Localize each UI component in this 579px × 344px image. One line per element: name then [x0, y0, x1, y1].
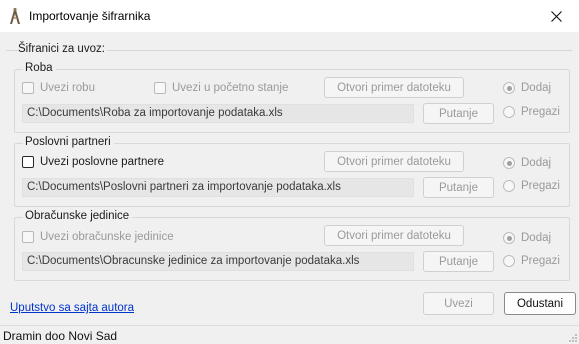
radio-add-partners[interactable]: Dodaj [503, 157, 551, 169]
path-button-partners[interactable]: Putanje [423, 177, 494, 198]
import-units-label: Uvezi obračunske jedinice [40, 231, 174, 243]
title-bar: Importovanje šifrarnika [0, 0, 579, 32]
close-icon [550, 10, 562, 22]
radio-circle[interactable] [503, 180, 515, 192]
path-button-roba[interactable]: Putanje [423, 103, 494, 124]
import-section-legend: Šifranici za uvoz: [18, 43, 107, 55]
radio-circle[interactable] [503, 232, 515, 244]
help-link[interactable]: Uputstvo sa sajta autora [10, 302, 134, 314]
group-roba-legend: Roba [23, 62, 56, 74]
import-partners-checkbox[interactable]: Uvezi poslovne partnere [22, 156, 164, 168]
close-button[interactable] [533, 0, 579, 32]
open-sample-file-button-partners[interactable]: Otvori primer datoteku [324, 151, 464, 172]
radio-overwrite-label: Pregazi [521, 180, 560, 192]
radio-overwrite-label: Pregazi [521, 106, 560, 118]
import-units-checkbox[interactable]: Uvezi obračunske jedinice [22, 231, 174, 243]
radio-overwrite-label: Pregazi [521, 255, 560, 267]
radio-overwrite-units[interactable]: Pregazi [503, 255, 560, 267]
app-logo-icon [10, 7, 20, 24]
radio-circle[interactable] [503, 255, 515, 267]
path-field-partners[interactable]: C:\Documents\Poslovni partneri za import… [22, 178, 414, 197]
cancel-button[interactable]: Odustani [504, 292, 576, 315]
checkbox-box[interactable] [22, 156, 34, 168]
resize-grip-icon[interactable] [568, 333, 578, 343]
import-button[interactable]: Uvezi [423, 292, 494, 315]
checkbox-box[interactable] [154, 82, 166, 94]
path-field-roba[interactable]: C:\Documents\Roba za importovanje podata… [22, 104, 414, 123]
radio-add-label: Dodaj [521, 82, 552, 94]
radio-add-label: Dodaj [521, 157, 552, 169]
radio-overwrite-roba[interactable]: Pregazi [503, 106, 560, 118]
import-opening-balance-label: Uvezi u početno stanje [172, 82, 289, 94]
import-goods-label: Uvezi robu [40, 82, 95, 94]
radio-add-label: Dodaj [521, 232, 552, 244]
company-name: Dramin doo Novi Sad [3, 329, 118, 343]
radio-overwrite-partners[interactable]: Pregazi [503, 180, 560, 192]
radio-circle[interactable] [503, 157, 515, 169]
path-field-units[interactable]: C:\Documents\Obracunske jedinice za impo… [22, 252, 414, 271]
group-units-legend: Obračunske jedinice [23, 210, 133, 222]
radio-add-roba[interactable]: Dodaj [503, 82, 551, 94]
open-sample-file-button-roba[interactable]: Otvori primer datoteku [324, 77, 464, 98]
radio-circle[interactable] [503, 106, 515, 118]
radio-circle[interactable] [503, 82, 515, 94]
checkbox-box[interactable] [22, 231, 34, 243]
window-title: Importovanje šifrarnika [29, 9, 151, 23]
status-bar: Dramin doo Novi Sad [0, 325, 579, 344]
radio-add-units[interactable]: Dodaj [503, 232, 551, 244]
path-button-units[interactable]: Putanje [423, 251, 494, 272]
import-partners-label: Uvezi poslovne partnere [40, 156, 165, 168]
import-opening-balance-checkbox[interactable]: Uvezi u početno stanje [154, 82, 288, 94]
checkbox-box[interactable] [22, 82, 34, 94]
import-goods-checkbox[interactable]: Uvezi robu [22, 82, 95, 94]
group-partners-legend: Poslovni partneri [23, 136, 114, 148]
open-sample-file-button-units[interactable]: Otvori primer datoteku [324, 225, 464, 246]
